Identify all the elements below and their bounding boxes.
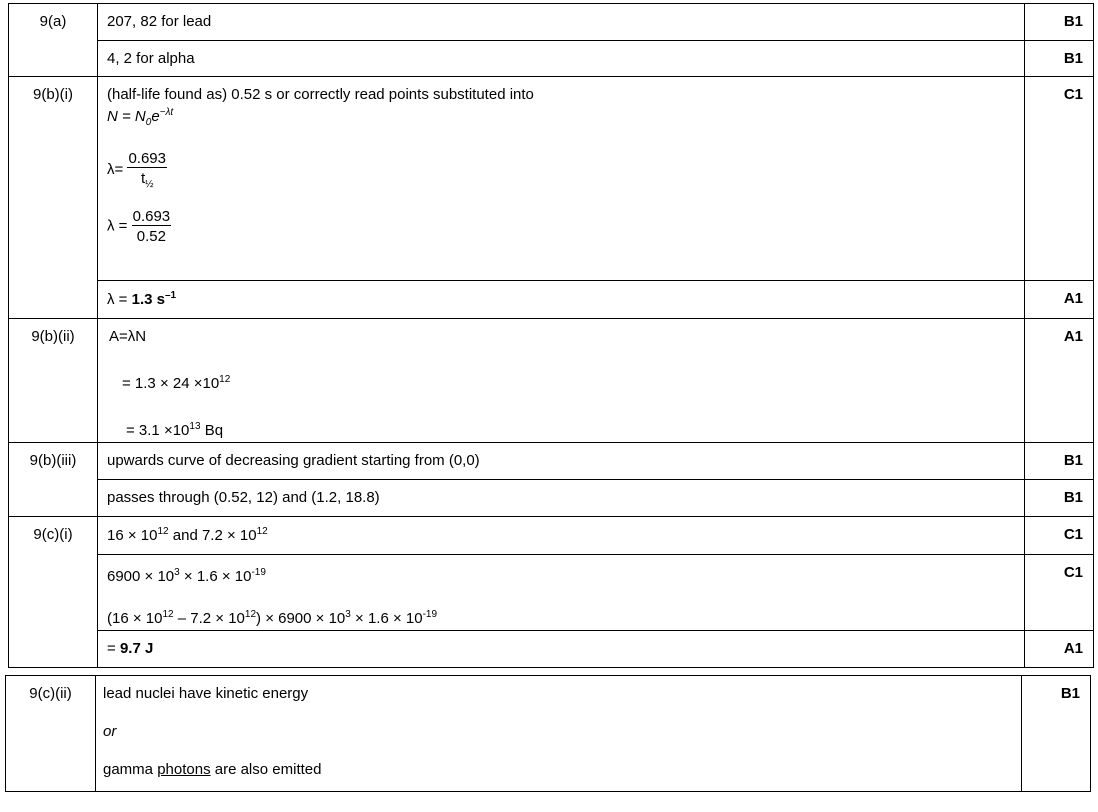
table-row: 4, 2 for alpha B1	[9, 40, 1094, 77]
table-row: 9(b)(ii) A=λN = 1.3 × 24 ×1012 = 3.1 ×10…	[8, 318, 1094, 443]
table-row: 9(c)(ii) lead nuclei have kinetic energy…	[5, 675, 1091, 792]
answer-cell: A=λN = 1.3 × 24 ×1012 = 3.1 ×1013 Bq	[97, 318, 1025, 443]
answer-text: gamma photons are also emitted	[103, 761, 322, 778]
mark-scheme-table-2: 9(c)(ii) lead nuclei have kinetic energy…	[5, 675, 1091, 792]
answer-cell: lead nuclei have kinetic energy or gamma…	[95, 675, 1022, 792]
mark-code: B1	[1021, 675, 1091, 792]
table-row: 9(a) 207, 82 for lead B1	[8, 3, 1094, 77]
answer-cell: 6900 × 103 × 1.6 × 10-19 (16 × 1012 – 7.…	[97, 554, 1025, 631]
question-label: 9(b)(ii)	[8, 318, 98, 443]
answer-text: 207, 82 for lead	[97, 3, 1025, 41]
answer-step: = 3.1 ×1013 Bq	[126, 421, 224, 439]
mark-code: A1	[1024, 318, 1094, 443]
table-row: 6900 × 103 × 1.6 × 10-19 (16 × 1012 – 7.…	[9, 554, 1094, 631]
equation-decay: N = N0e−λt	[107, 107, 174, 128]
answer-text: (half-life found as) 0.52 s or correctly…	[107, 86, 534, 103]
answer-text: 16 × 1012 and 7.2 × 1012	[97, 516, 1025, 555]
mark-code: B1	[1024, 442, 1094, 480]
answer-step: (16 × 1012 – 7.2 × 1012) × 6900 × 103 × …	[107, 609, 438, 627]
mark-scheme-table: 9(a) 207, 82 for lead B1 4, 2 for alpha …	[8, 3, 1094, 668]
question-label: 9(b)(i)	[8, 76, 98, 319]
answer-text: A=λN	[109, 328, 147, 345]
mark-code: A1	[1024, 280, 1094, 319]
table-row: = 9.7 J A1	[9, 630, 1094, 668]
answer-step: = 1.3 × 24 ×1012	[122, 374, 231, 392]
answer-cell: (half-life found as) 0.52 s or correctly…	[97, 76, 1025, 281]
mark-code: A1	[1024, 630, 1094, 668]
answer-or: or	[103, 723, 117, 740]
mark-code: B1	[1024, 40, 1094, 77]
mark-code: B1	[1024, 3, 1094, 41]
answer-final: λ = 1.3 s–1	[97, 280, 1025, 319]
question-label: 9(c)(ii)	[5, 675, 96, 792]
mark-code: C1	[1024, 554, 1094, 631]
table-row: passes through (0.52, 12) and (1.2, 18.8…	[9, 479, 1094, 517]
equation-lambda-1: λ= 0.693 t½	[107, 150, 167, 190]
question-label: 9(c)(i)	[8, 516, 98, 668]
answer-final: = 9.7 J	[97, 630, 1025, 668]
answer-text: upwards curve of decreasing gradient sta…	[97, 442, 1025, 480]
table-row: λ = 1.3 s–1 A1	[9, 280, 1094, 319]
table-row: 9(b)(i) (half-life found as) 0.52 s or c…	[8, 76, 1094, 319]
mark-code: C1	[1024, 516, 1094, 555]
mark-code: B1	[1024, 479, 1094, 517]
table-row: 9(b)(iii) upwards curve of decreasing gr…	[8, 442, 1094, 517]
table-row: 9(c)(i) 16 × 1012 and 7.2 × 1012 C1	[8, 516, 1094, 668]
answer-text: passes through (0.52, 12) and (1.2, 18.8…	[97, 479, 1025, 517]
answer-text: lead nuclei have kinetic energy	[103, 685, 309, 702]
equation-lambda-2: λ = 0.693 0.52	[107, 208, 172, 245]
answer-step: 6900 × 103 × 1.6 × 10-19	[107, 567, 266, 585]
question-label: 9(a)	[8, 3, 98, 77]
answer-text: 4, 2 for alpha	[97, 40, 1025, 77]
question-label: 9(b)(iii)	[8, 442, 98, 517]
mark-code: C1	[1024, 76, 1094, 281]
